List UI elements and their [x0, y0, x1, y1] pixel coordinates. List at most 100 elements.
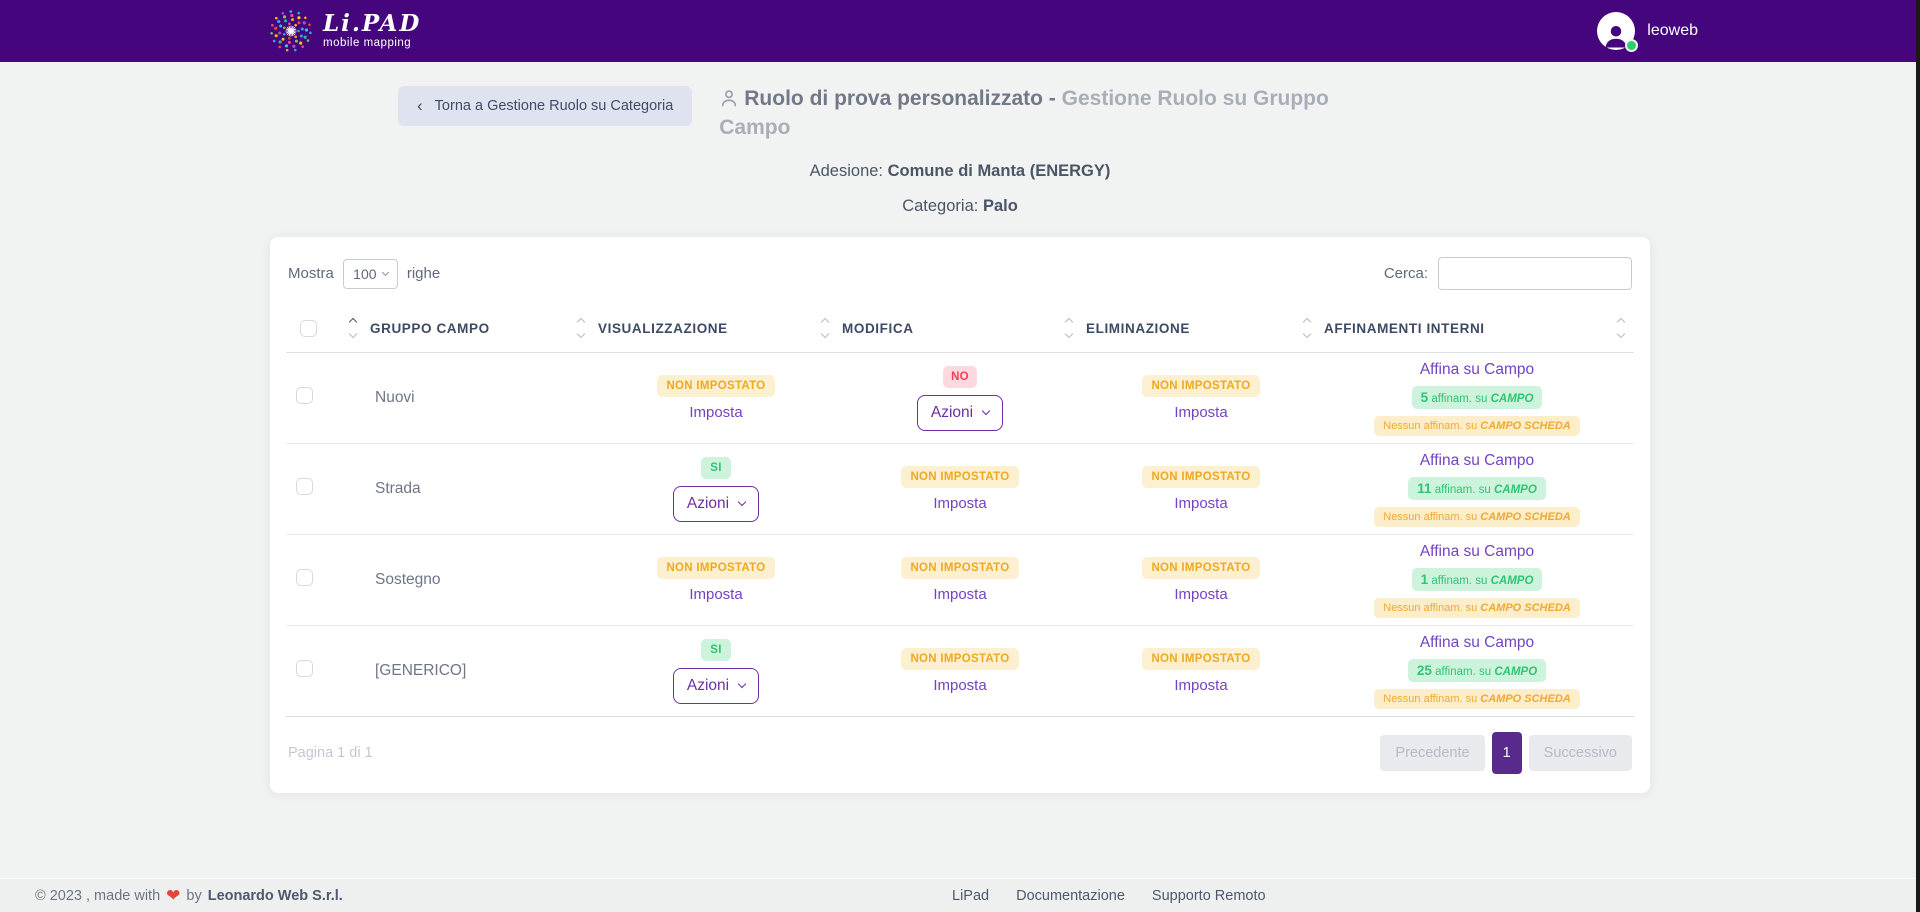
- search-label: Cerca:: [1384, 265, 1428, 282]
- chevron-down-icon: [738, 497, 746, 505]
- imposta-link[interactable]: Imposta: [1174, 495, 1227, 512]
- row-checkbox[interactable]: [296, 660, 313, 677]
- status-badge: SI: [701, 457, 730, 479]
- gruppo-campo-name: [GENERICO]: [366, 626, 594, 717]
- gruppo-campo-name: Sostegno: [366, 535, 594, 626]
- sort-icons[interactable]: [1618, 319, 1624, 337]
- footer-link-documentazione[interactable]: Documentazione: [1016, 888, 1125, 904]
- back-button[interactable]: ‹ Torna a Gestione Ruolo su Categoria: [398, 86, 692, 126]
- length-label-before: Mostra: [288, 265, 334, 282]
- sort-desc-icon: [349, 330, 357, 338]
- page-footer: © 2023 , made with ❤ by Leonardo Web S.r…: [0, 878, 1920, 912]
- search-input[interactable]: [1438, 257, 1632, 290]
- imposta-link[interactable]: Imposta: [933, 586, 986, 603]
- adesione-label: Adesione:: [810, 162, 883, 180]
- status-badge: NO: [943, 366, 977, 388]
- visualizzazione-cell: NON IMPOSTATO Imposta: [598, 375, 834, 421]
- azioni-dropdown[interactable]: Azioni: [917, 395, 1003, 431]
- sort-desc-icon: [1065, 330, 1073, 338]
- sort-desc-icon: [1617, 330, 1625, 338]
- imposta-link[interactable]: Imposta: [1174, 677, 1227, 694]
- online-status-dot: [1625, 39, 1638, 52]
- next-page-button[interactable]: Successivo: [1529, 735, 1632, 771]
- length-label-after: righe: [407, 265, 440, 282]
- rows-per-page-control: Mostra 100 righe: [288, 259, 440, 289]
- row-checkbox[interactable]: [296, 569, 313, 586]
- select-all-checkbox[interactable]: [300, 320, 317, 337]
- table-row-generico: [GENERICO] SI Azioni NON IMPOSTATO Impos…: [286, 626, 1634, 717]
- pagination-info: Pagina 1 di 1: [288, 745, 373, 761]
- imposta-link[interactable]: Imposta: [689, 404, 742, 421]
- sort-icons[interactable]: [1304, 319, 1310, 337]
- adesione-line: Adesione: Comune di Manta (ENERGY): [0, 162, 1920, 181]
- rows-per-page-select[interactable]: 100: [343, 259, 398, 289]
- company-name: Leonardo Web S.r.l.: [208, 888, 343, 904]
- row-checkbox[interactable]: [296, 478, 313, 495]
- table-row-sostegno: Sostegno NON IMPOSTATO Imposta NON IMPOS…: [286, 535, 1634, 626]
- chevron-down-icon: [738, 679, 746, 687]
- eliminazione-cell: NON IMPOSTATO Imposta: [1086, 557, 1316, 603]
- chevron-left-icon: ‹: [417, 101, 423, 111]
- logo-title: Li.PAD: [323, 12, 421, 35]
- sort-icons[interactable]: [578, 319, 584, 337]
- affinamenti-scheda-badge: Nessun affinam. su CAMPO SCHEDA: [1374, 416, 1579, 436]
- visualizzazione-cell: SI Azioni: [598, 457, 834, 522]
- status-badge: NON IMPOSTATO: [1142, 466, 1259, 488]
- column-modifica[interactable]: MODIFICA: [842, 321, 914, 336]
- user-menu[interactable]: leoweb: [1597, 12, 1698, 50]
- affinamenti-cell: Affina su Campo 1 affinam. su CAMPO Ness…: [1324, 543, 1630, 618]
- sort-asc-icon: [349, 318, 357, 326]
- azioni-dropdown[interactable]: Azioni: [673, 486, 759, 522]
- status-badge: NON IMPOSTATO: [1142, 375, 1259, 397]
- affina-su-campo-link[interactable]: Affina su Campo: [1420, 361, 1534, 379]
- app-logo[interactable]: ✺ Li.PAD mobile mapping: [268, 8, 421, 54]
- imposta-link[interactable]: Imposta: [1174, 404, 1227, 421]
- eliminazione-cell: NON IMPOSTATO Imposta: [1086, 375, 1316, 421]
- imposta-link[interactable]: Imposta: [933, 677, 986, 694]
- imposta-link[interactable]: Imposta: [689, 586, 742, 603]
- column-eliminazione[interactable]: ELIMINAZIONE: [1086, 321, 1190, 336]
- sort-icons[interactable]: [350, 319, 356, 337]
- svg-text:✺: ✺: [285, 24, 298, 41]
- heart-icon: ❤: [166, 887, 180, 904]
- sort-icons[interactable]: [822, 319, 828, 337]
- categoria-line: Categoria: Palo: [0, 197, 1920, 216]
- previous-page-button[interactable]: Precedente: [1380, 735, 1484, 771]
- footer-link-lipad[interactable]: LiPad: [952, 888, 989, 904]
- sort-asc-icon: [1617, 318, 1625, 326]
- column-visualizzazione[interactable]: VISUALIZZAZIONE: [598, 321, 728, 336]
- status-badge: NON IMPOSTATO: [657, 375, 774, 397]
- sort-icons[interactable]: [1066, 319, 1072, 337]
- affinamenti-cell: Affina su Campo 11 affinam. su CAMPO Nes…: [1324, 452, 1630, 527]
- current-page-button[interactable]: 1: [1492, 732, 1522, 774]
- gruppo-campo-name: Strada: [366, 444, 594, 535]
- role-name: Ruolo di prova personalizzato: [744, 87, 1043, 110]
- status-badge: SI: [701, 639, 730, 661]
- affinamenti-campo-badge: 11 affinam. su CAMPO: [1408, 477, 1546, 500]
- azioni-dropdown[interactable]: Azioni: [673, 668, 759, 704]
- table-card: Mostra 100 righe Cerca:: [270, 237, 1650, 793]
- visualizzazione-cell: NON IMPOSTATO Imposta: [598, 557, 834, 603]
- imposta-link[interactable]: Imposta: [1174, 586, 1227, 603]
- gruppo-campo-name: Nuovi: [366, 353, 594, 444]
- affinamenti-campo-badge: 5 affinam. su CAMPO: [1412, 386, 1543, 409]
- row-checkbox[interactable]: [296, 387, 313, 404]
- column-affinamenti-interni[interactable]: AFFINAMENTI INTERNI: [1324, 321, 1485, 336]
- page-title: Ruolo di prova personalizzato - Gestione…: [719, 86, 1374, 140]
- footer-link-supporto-remoto[interactable]: Supporto Remoto: [1152, 888, 1266, 904]
- column-gruppo-campo[interactable]: GRUPPO CAMPO: [370, 321, 490, 336]
- imposta-link[interactable]: Imposta: [933, 495, 986, 512]
- table-row-strada: Strada SI Azioni NON IMPOSTATO Imposta N…: [286, 444, 1634, 535]
- logo-subtitle: mobile mapping: [323, 38, 421, 50]
- modifica-cell: NO Azioni: [842, 366, 1078, 431]
- affina-su-campo-link[interactable]: Affina su Campo: [1420, 452, 1534, 470]
- browser-scrollbar[interactable]: [1916, 0, 1920, 912]
- affina-su-campo-link[interactable]: Affina su Campo: [1420, 543, 1534, 561]
- user-avatar: [1597, 12, 1635, 50]
- affina-su-campo-link[interactable]: Affina su Campo: [1420, 634, 1534, 652]
- sort-desc-icon: [1303, 330, 1311, 338]
- modifica-cell: NON IMPOSTATO Imposta: [842, 648, 1078, 694]
- rows-per-page-value: 100: [353, 266, 376, 282]
- logo-starburst-icon: ✺: [268, 8, 314, 54]
- status-badge: NON IMPOSTATO: [901, 466, 1018, 488]
